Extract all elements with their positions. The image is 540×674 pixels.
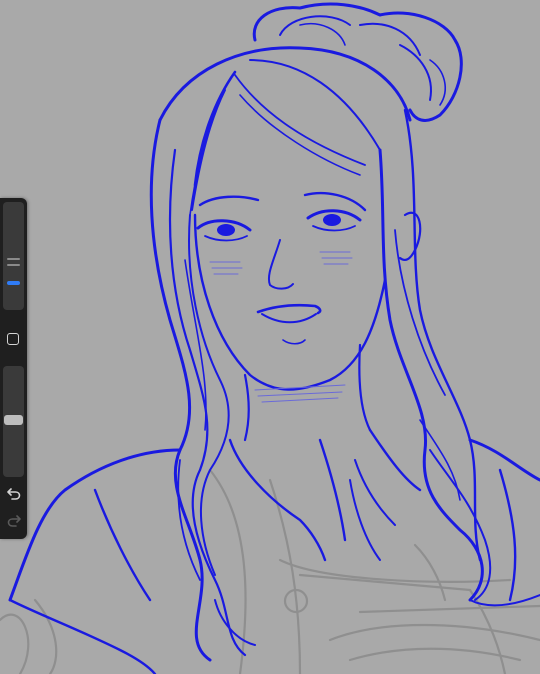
illustration: [0, 0, 540, 674]
undo-button[interactable]: [3, 484, 24, 504]
redo-icon: [7, 515, 21, 527]
brush-sidebar: [0, 198, 27, 539]
opacity-slider-thumb[interactable]: [4, 415, 23, 425]
size-ticks: [7, 258, 20, 270]
modify-button[interactable]: [6, 332, 20, 346]
redo-button[interactable]: [3, 511, 24, 531]
drawing-canvas[interactable]: [0, 0, 540, 674]
undo-icon: [6, 488, 20, 500]
brush-size-indicator[interactable]: [7, 281, 20, 285]
size-tick: [7, 258, 20, 260]
opacity-slider[interactable]: [3, 366, 24, 477]
square-icon: [6, 332, 19, 345]
brush-size-slider[interactable]: [3, 202, 24, 310]
size-tick: [7, 264, 20, 266]
